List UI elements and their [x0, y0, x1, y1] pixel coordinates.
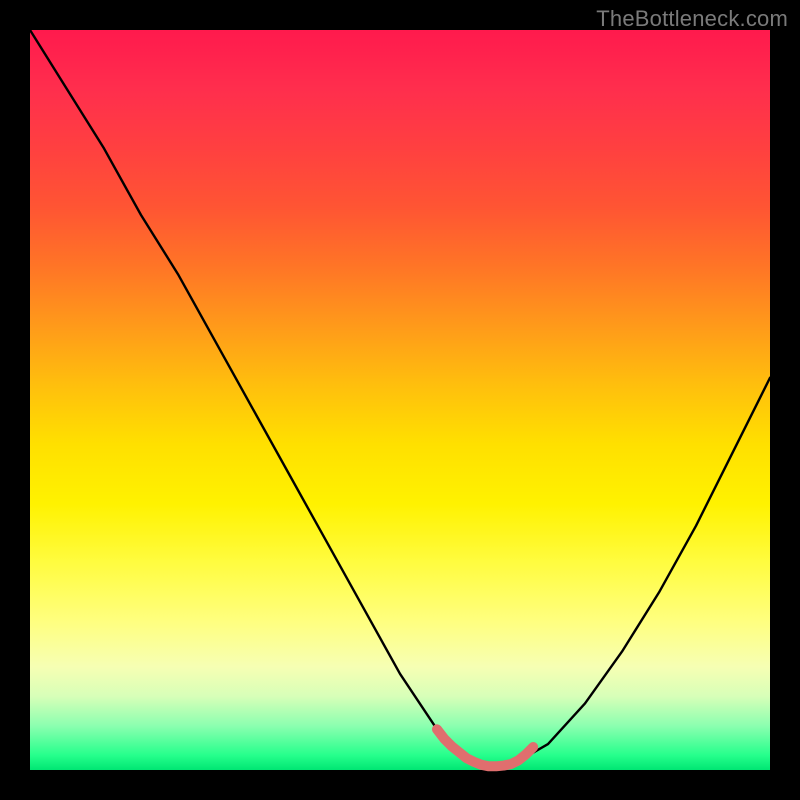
plot-area	[30, 30, 770, 770]
curve-layer	[30, 30, 770, 770]
watermark-text: TheBottleneck.com	[596, 6, 788, 32]
chart-frame: TheBottleneck.com	[0, 0, 800, 800]
optimal-band	[437, 729, 533, 766]
bottleneck-curve	[30, 30, 770, 766]
